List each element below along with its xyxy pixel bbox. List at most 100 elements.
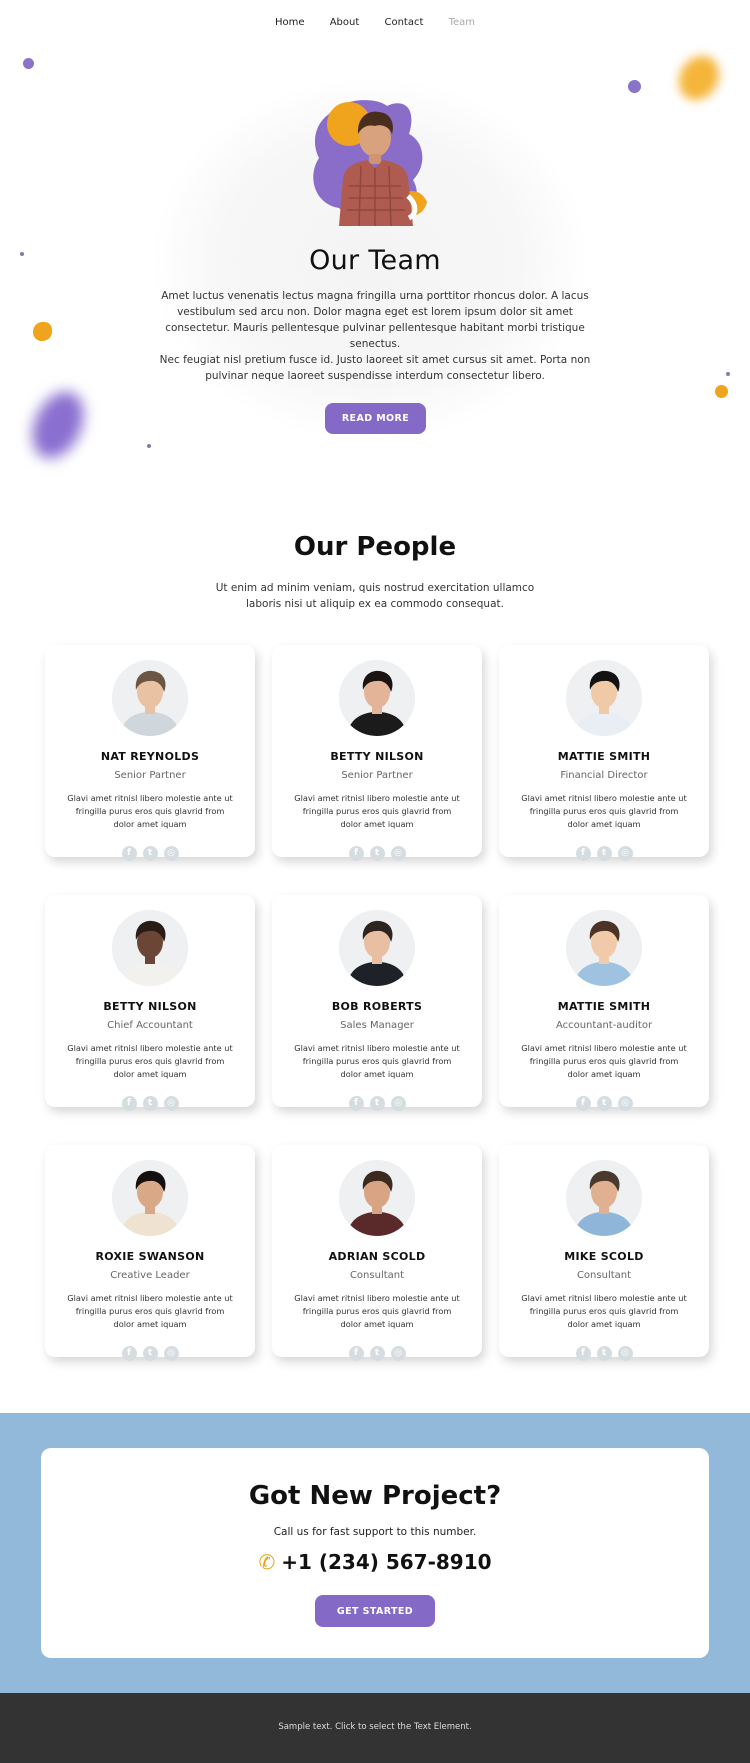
- card-role: Senior Partner: [341, 770, 413, 781]
- nav-contact-link[interactable]: Contact: [384, 14, 423, 32]
- cta-phone-number[interactable]: +1 (234) 567-8910: [281, 1550, 491, 1574]
- decor-blob: [671, 48, 727, 108]
- instagram-icon[interactable]: ◎: [390, 846, 406, 861]
- card-description: Glavi amet ritnisl libero molestie ante …: [67, 793, 233, 829]
- instagram-icon[interactable]: ◎: [163, 846, 179, 861]
- hero-photo: [309, 96, 441, 227]
- facebook-icon[interactable]: f: [348, 1346, 364, 1361]
- facebook-icon[interactable]: f: [121, 1096, 137, 1111]
- decor-dot: [726, 372, 730, 376]
- hero-paragraph-2: Nec feugiat nisl pretium fusce id. Justo…: [159, 354, 591, 382]
- social-links: f t ◎: [45, 1093, 255, 1112]
- twitter-icon[interactable]: t: [596, 1096, 612, 1111]
- social-links: f t ◎: [499, 1093, 709, 1112]
- top-nav: Home About Contact Team: [0, 14, 750, 34]
- twitter-icon[interactable]: t: [142, 846, 158, 861]
- card-role: Accountant-auditor: [555, 1020, 653, 1031]
- social-links: f t ◎: [272, 1343, 482, 1362]
- card-role: Consultant: [349, 1270, 405, 1281]
- decor-blob: [22, 383, 94, 467]
- phone-icon: ✆: [258, 1550, 276, 1574]
- cta-box: Got New Project? Call us for fast suppor…: [41, 1448, 709, 1658]
- card-name: ADRIAN SCOLD: [328, 1250, 426, 1263]
- twitter-icon[interactable]: t: [369, 1346, 385, 1361]
- card-description: Glavi amet ritnisl libero molestie ante …: [294, 1043, 460, 1079]
- card-name: NAT REYNOLDS: [100, 750, 200, 763]
- hero-section: Our Team Amet luctus venenatis lectus ma…: [0, 48, 750, 467]
- twitter-icon[interactable]: t: [369, 846, 385, 861]
- facebook-icon[interactable]: f: [575, 1346, 591, 1361]
- card-description: Glavi amet ritnisl libero molestie ante …: [294, 1293, 460, 1329]
- avatar: [566, 910, 642, 986]
- social-links: f t ◎: [272, 843, 482, 862]
- avatar: [112, 1160, 188, 1236]
- facebook-icon[interactable]: f: [575, 1096, 591, 1111]
- team-card: BETTY NILSON Senior Partner Glavi amet rit…: [272, 645, 482, 861]
- team-card: ADRIAN SCOLD Consultant Glavi amet ritnisl…: [272, 1145, 482, 1361]
- card-name: MIKE SCOLD: [564, 1250, 644, 1263]
- nav-team-link[interactable]: Team: [449, 14, 475, 32]
- instagram-icon[interactable]: ◎: [617, 1096, 633, 1111]
- card-name: BETTY NILSON: [330, 750, 424, 763]
- facebook-icon[interactable]: f: [348, 846, 364, 861]
- card-role: Senior Partner: [114, 770, 186, 781]
- facebook-icon[interactable]: f: [575, 846, 591, 861]
- social-links: f t ◎: [499, 1343, 709, 1362]
- hero-title: Our Team: [309, 245, 441, 276]
- card-role: Financial Director: [560, 770, 648, 781]
- team-card: MIKE SCOLD Consultant Glavi amet ritnisl l…: [499, 1145, 709, 1361]
- team-card: MATTIE SMITH Accountant-auditor Glavi amet…: [499, 895, 709, 1111]
- social-links: f t ◎: [45, 843, 255, 862]
- get-started-button[interactable]: GET STARTED: [315, 1595, 435, 1627]
- avatar: [339, 1160, 415, 1236]
- footer: Sample text. Click to select the Text El…: [0, 1693, 750, 1763]
- footer-text[interactable]: Sample text. Click to select the Text El…: [0, 1722, 750, 1732]
- twitter-icon[interactable]: t: [142, 1346, 158, 1361]
- hero-paragraph-1: Amet luctus venenatis lectus magna fring…: [161, 290, 589, 350]
- avatar: [566, 1160, 642, 1236]
- twitter-icon[interactable]: t: [142, 1096, 158, 1111]
- social-links: f t ◎: [45, 1343, 255, 1362]
- cta-title: Got New Project?: [248, 1481, 502, 1511]
- cta-phone-row: ✆ +1 (234) 567-8910: [41, 1550, 709, 1574]
- card-name: BETTY NILSON: [103, 1000, 197, 1013]
- card-description: Glavi amet ritnisl libero molestie ante …: [294, 793, 460, 829]
- facebook-icon[interactable]: f: [121, 846, 137, 861]
- instagram-icon[interactable]: ◎: [163, 1346, 179, 1361]
- facebook-icon[interactable]: f: [348, 1096, 364, 1111]
- decor-dot: [715, 385, 728, 398]
- twitter-icon[interactable]: t: [596, 846, 612, 861]
- avatar: [112, 910, 188, 986]
- instagram-icon[interactable]: ◎: [163, 1096, 179, 1111]
- instagram-icon[interactable]: ◎: [617, 846, 633, 861]
- twitter-icon[interactable]: t: [369, 1096, 385, 1111]
- card-role: Creative Leader: [110, 1270, 190, 1281]
- instagram-icon[interactable]: ◎: [390, 1096, 406, 1111]
- card-name: ROXIE SWANSON: [95, 1250, 205, 1263]
- facebook-icon[interactable]: f: [121, 1346, 137, 1361]
- team-card: BOB ROBERTS Sales Manager Glavi amet ritni…: [272, 895, 482, 1111]
- card-description: Glavi amet ritnisl libero molestie ante …: [521, 1293, 687, 1329]
- instagram-icon[interactable]: ◎: [390, 1346, 406, 1361]
- card-description: Glavi amet ritnisl libero molestie ante …: [67, 1043, 233, 1079]
- avatar: [112, 660, 188, 736]
- avatar: [339, 660, 415, 736]
- card-description: Glavi amet ritnisl libero molestie ante …: [67, 1293, 233, 1329]
- card-description: Glavi amet ritnisl libero molestie ante …: [521, 1043, 687, 1079]
- decor-dot: [628, 80, 641, 93]
- twitter-icon[interactable]: t: [596, 1346, 612, 1361]
- people-subtitle: Ut enim ad minim veniam, quis nostrud ex…: [215, 582, 535, 610]
- decor-dot: [23, 58, 34, 69]
- nav-home-link[interactable]: Home: [275, 14, 305, 32]
- read-more-button[interactable]: READ MORE: [325, 403, 426, 434]
- card-name: MATTIE SMITH: [557, 1000, 651, 1013]
- card-role: Sales Manager: [340, 1020, 414, 1031]
- team-card: ROXIE SWANSON Creative Leader Glavi amet r…: [45, 1145, 255, 1361]
- team-card: MATTIE SMITH Financial Director Glavi amet…: [499, 645, 709, 861]
- team-card: NAT REYNOLDS Senior Partner Glavi amet rit…: [45, 645, 255, 861]
- nav-about-link[interactable]: About: [330, 14, 360, 32]
- decor-dot: [33, 322, 52, 341]
- instagram-icon[interactable]: ◎: [617, 1346, 633, 1361]
- card-description: Glavi amet ritnisl libero molestie ante …: [521, 793, 687, 829]
- card-role: Chief Accountant: [107, 1020, 193, 1031]
